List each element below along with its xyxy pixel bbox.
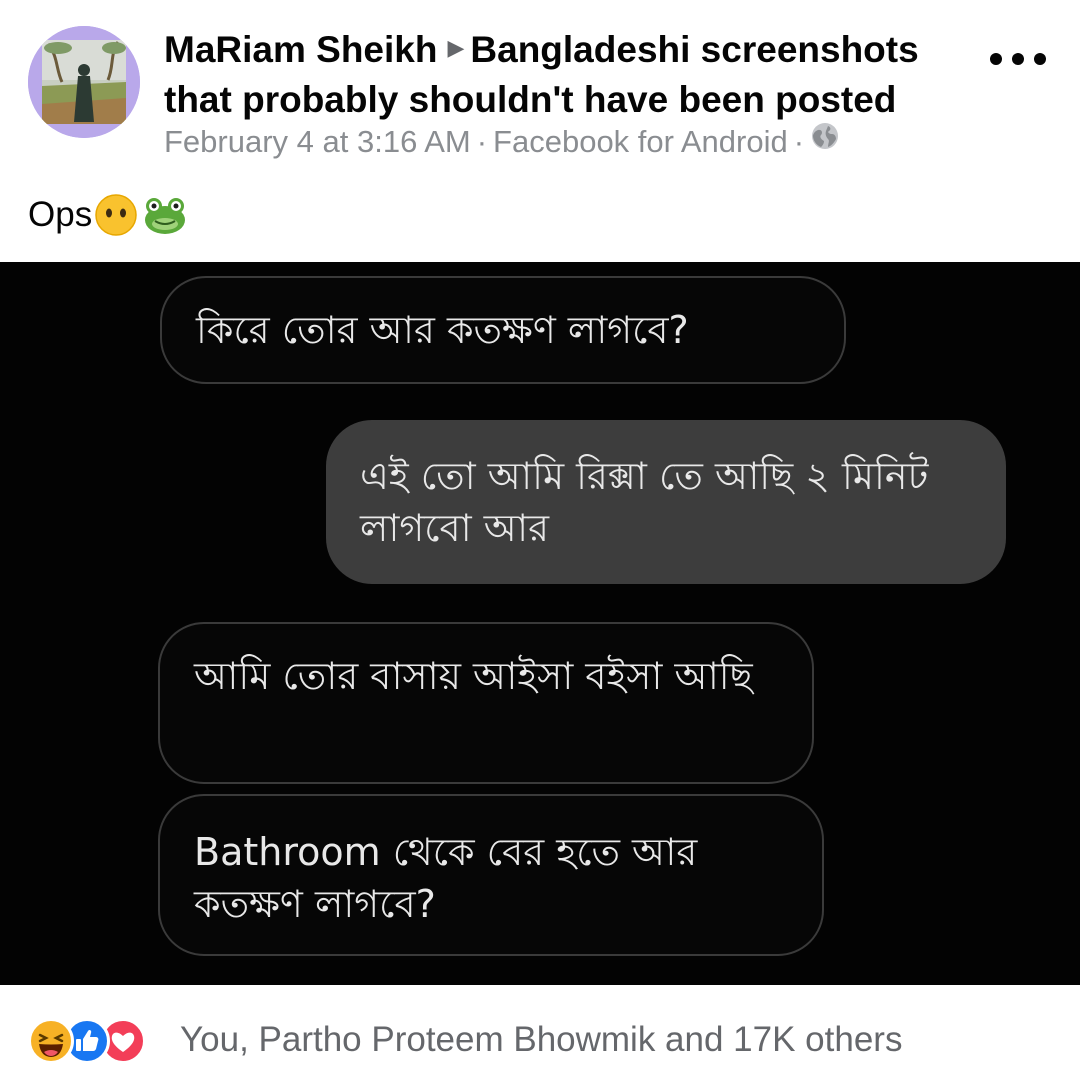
post-caption: Ops xyxy=(28,190,190,240)
message-text: Bathroom থেকে বের হতে আর কতক্ষণ লাগবে? xyxy=(194,830,698,926)
message-text: কিরে তোর আর কতক্ষণ লাগবে? xyxy=(196,308,689,352)
haha-icon xyxy=(28,1018,74,1064)
post-source: Facebook for Android xyxy=(493,124,788,159)
author-name[interactable]: MaRiam Sheikh xyxy=(164,29,437,70)
reactions-summary[interactable]: You, Partho Proteem Bhowmik and 17K othe… xyxy=(180,1018,902,1062)
post-title: MaRiam Sheikh ▶ Bangladeshi screenshots th… xyxy=(164,26,964,124)
triangle-right-icon: ▶ xyxy=(447,35,465,61)
author-avatar[interactable] xyxy=(28,26,140,138)
post-meta: February 4 at 3:16 AM · Facebook for Andro… xyxy=(164,122,840,164)
chat-bubble-incoming: আমি তোর বাসায় আইসা বইসা আছি xyxy=(158,622,814,784)
post-timestamp[interactable]: February 4 at 3:16 AM xyxy=(164,124,471,159)
reaction-icons[interactable] xyxy=(28,1018,168,1064)
message-text: আমি তোর বাসায় আইসা বইসা আছি xyxy=(194,654,753,698)
chat-bubble-incoming: কিরে তোর আর কতক্ষণ লাগবে? xyxy=(160,276,846,384)
chat-bubble-incoming: Bathroom থেকে বের হতে আর কতক্ষণ লাগবে? xyxy=(158,794,824,956)
message-text: এই তো আমি রিক্সা তে আছি ২ মিনিট লাগবো আর xyxy=(360,454,929,550)
meta-separator: · xyxy=(476,124,488,159)
face-without-mouth-icon xyxy=(95,194,137,236)
caption-text: Ops xyxy=(28,195,93,234)
dot-icon xyxy=(990,53,1002,65)
more-options-button[interactable] xyxy=(990,42,1046,76)
post-photo[interactable]: কিরে তোর আর কতক্ষণ লাগবে? এই তো আমি রিক্… xyxy=(0,262,1080,985)
dot-icon xyxy=(1034,53,1046,65)
post-header: MaRiam Sheikh ▶ Bangladeshi screenshots th… xyxy=(0,0,1080,262)
dot-icon xyxy=(1012,53,1024,65)
globe-icon xyxy=(810,121,840,161)
frog-icon xyxy=(145,198,186,234)
avatar-image xyxy=(28,26,140,138)
chat-bubble-outgoing: এই তো আমি রিক্সা তে আছি ২ মিনিট লাগবো আর xyxy=(326,420,1006,584)
meta-separator-2: · xyxy=(793,124,805,159)
